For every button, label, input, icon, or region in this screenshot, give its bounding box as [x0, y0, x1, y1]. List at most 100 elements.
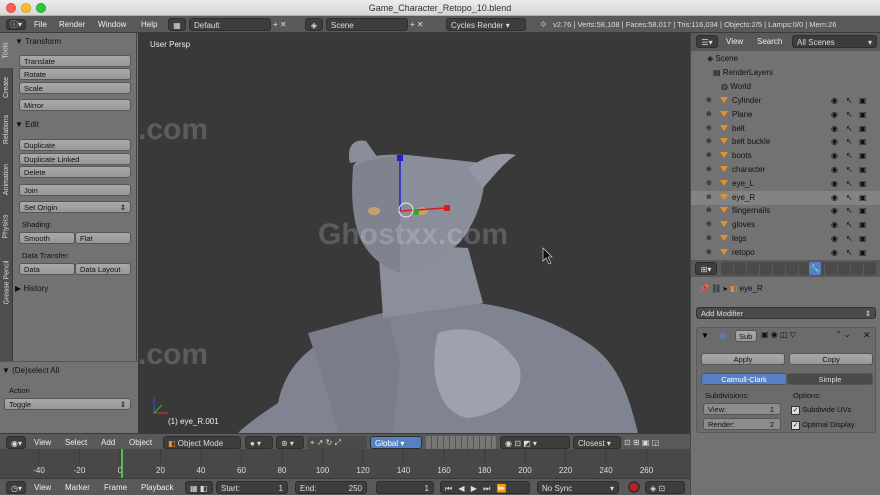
modifier-remove-icon[interactable]: ✕ [863, 330, 871, 341]
expand-plus-icon[interactable]: ⊕ [706, 232, 712, 246]
scene-add-remove[interactable]: + ✕ [410, 18, 432, 31]
apply-button[interactable]: Apply [701, 353, 785, 365]
visibility-eye-icon[interactable]: ◉ [831, 218, 838, 232]
select-cursor-icon[interactable]: ↖ [846, 94, 853, 108]
outliner-display-mode[interactable]: All Scenes ▾ [792, 35, 877, 48]
outliner-object-row[interactable]: ⊕ Cylinder ◉ ↖ ▣ [691, 94, 880, 108]
timeline-menu-playback[interactable]: Playback [141, 481, 173, 494]
tab-tools[interactable]: Tools [0, 33, 13, 68]
snap-target-selector[interactable]: Closest ▾ [573, 436, 621, 449]
transform-panel-header[interactable]: ▼ Transform [15, 36, 135, 48]
operator-panel-header[interactable]: ▼ (De)select All [2, 365, 122, 377]
data-button[interactable]: Data [19, 263, 75, 275]
render-camera-icon[interactable]: ▣ [859, 149, 867, 163]
render-preview-buttons[interactable]: ⊡ ⊞ ▣ ◲ [624, 436, 684, 449]
outliner-renderlayers-row[interactable]: ▤ RenderLayers [691, 66, 880, 80]
menu-help[interactable]: Help [141, 18, 157, 31]
set-origin-dropdown[interactable]: Set Origin ⇕ [19, 201, 131, 213]
record-button[interactable] [628, 481, 640, 493]
layer-buttons[interactable] [426, 436, 496, 449]
menu-file[interactable]: File [34, 18, 47, 31]
tab-grease-pencil[interactable]: Grease Pencil [0, 247, 13, 317]
render-camera-icon[interactable]: ▣ [859, 246, 867, 260]
timeline-menu-view[interactable]: View [34, 481, 51, 494]
select-cursor-icon[interactable]: ↖ [846, 135, 853, 149]
visibility-eye-icon[interactable]: ◉ [831, 163, 838, 177]
mode-selector[interactable]: ◧ Object Mode [163, 436, 241, 449]
visibility-eye-icon[interactable]: ◉ [831, 94, 838, 108]
keying-set-buttons[interactable]: ◈ ⊡ [645, 481, 685, 494]
flat-button[interactable]: Flat [75, 232, 131, 244]
modifier-expand-icon[interactable]: ▼ [701, 331, 709, 340]
sync-selector[interactable]: No Sync ▾ [537, 481, 619, 494]
expand-plus-icon[interactable]: ⊕ [706, 204, 712, 218]
edit-panel-header[interactable]: ▼ Edit [15, 119, 135, 131]
outliner-object-row[interactable]: ⊕ boots ◉ ↖ ▣ [691, 149, 880, 163]
outliner-object-row[interactable]: ⊕ gloves ◉ ↖ ▣ [691, 218, 880, 232]
render-engine-selector[interactable]: Cycles Render ▾ [446, 18, 526, 31]
scene-selector[interactable]: Scene [326, 18, 408, 31]
expand-plus-icon[interactable]: ⊕ [706, 94, 712, 108]
render-camera-icon[interactable]: ▣ [859, 135, 867, 149]
properties-editor-type-button[interactable]: ⊞▾ [695, 262, 717, 275]
tab-animation[interactable]: Animation [0, 153, 13, 205]
duplicate-button[interactable]: Duplicate [19, 139, 131, 151]
visibility-eye-icon[interactable]: ◉ [831, 191, 838, 205]
visibility-eye-icon[interactable]: ◉ [831, 232, 838, 246]
end-frame-field[interactable]: End: 250 [295, 481, 367, 494]
expand-plus-icon[interactable]: ⊕ [706, 177, 712, 191]
select-cursor-icon[interactable]: ↖ [846, 232, 853, 246]
visibility-eye-icon[interactable]: ◉ [831, 149, 838, 163]
duplicate-linked-button[interactable]: Duplicate Linked [19, 153, 131, 165]
expand-plus-icon[interactable]: ⊕ [706, 122, 712, 136]
outliner-object-row[interactable]: ⊕ belt buckle ◉ ↖ ▣ [691, 135, 880, 149]
shading-selector[interactable]: ● ▾ [245, 436, 273, 449]
editor-type-button[interactable]: ◉▾ [6, 436, 26, 449]
scene-icon[interactable]: ◈ [305, 18, 323, 31]
outliner-object-row[interactable]: ⊕ eye_L ◉ ↖ ▣ [691, 177, 880, 191]
outliner-object-row[interactable]: ⊕ belt ◉ ↖ ▣ [691, 122, 880, 136]
timeline-editor-type-button[interactable]: ◷▾ [6, 481, 26, 494]
render-camera-icon[interactable]: ▣ [859, 94, 867, 108]
outliner-editor-type-button[interactable]: ☰▾ [696, 35, 718, 48]
expand-plus-icon[interactable]: ⊕ [706, 108, 712, 122]
properties-context-tabs[interactable] [721, 262, 877, 275]
close-window-button[interactable] [6, 3, 16, 13]
current-frame-field[interactable]: 1 [376, 481, 434, 494]
layout-selector[interactable]: Default [189, 18, 271, 31]
translate-button[interactable]: Translate [19, 55, 131, 67]
timeline-menu-frame[interactable]: Frame [104, 481, 127, 494]
timeline-menu-marker[interactable]: Marker [65, 481, 90, 494]
tab-create[interactable]: Create [0, 69, 13, 105]
view-levels-field[interactable]: View: 1 [703, 403, 781, 415]
select-cursor-icon[interactable]: ↖ [846, 246, 853, 260]
outliner-menu-search[interactable]: Search [757, 35, 782, 48]
simple-tab[interactable]: Simple [787, 373, 873, 385]
add-modifier-dropdown[interactable]: Add Modifier ⇕ [696, 307, 876, 319]
delete-button[interactable]: Delete [19, 166, 131, 178]
menu-render[interactable]: Render [59, 18, 85, 31]
modifier-tab-wrench-icon[interactable]: 🔧 [809, 262, 821, 275]
manipulator-buttons[interactable]: ⌖ ↗ ↻ ⤢ [307, 436, 367, 449]
expand-plus-icon[interactable]: ⊕ [706, 149, 712, 163]
outliner-scene-row[interactable]: ◈ Scene [691, 52, 880, 66]
expand-plus-icon[interactable]: ⊕ [706, 246, 712, 260]
tab-relations[interactable]: Relations [0, 106, 13, 152]
render-camera-icon[interactable]: ▣ [859, 163, 867, 177]
outliner-object-row[interactable]: ⊕ character ◉ ↖ ▣ [691, 163, 880, 177]
menu-select[interactable]: Select [65, 436, 87, 449]
select-cursor-icon[interactable]: ↖ [846, 122, 853, 136]
subdivide-uvs-checkbox[interactable]: ✓ Subdivide UVs [791, 405, 851, 415]
select-cursor-icon[interactable]: ↖ [846, 191, 853, 205]
expand-plus-icon[interactable]: ⊕ [706, 135, 712, 149]
3d-viewport[interactable]: User Persp (1) eye_R.001 Ghostxx.com Gho… [138, 33, 690, 433]
history-panel-header[interactable]: ▶ History [15, 283, 135, 295]
start-frame-field[interactable]: Start: 1 [216, 481, 288, 494]
minimize-window-button[interactable] [21, 3, 31, 13]
timeline-preview-buttons[interactable]: ▦ ◧ [185, 481, 213, 494]
scale-button[interactable]: Scale [19, 82, 131, 94]
render-camera-icon[interactable]: ▣ [859, 218, 867, 232]
copy-button[interactable]: Copy [789, 353, 873, 365]
snap-element-buttons[interactable]: ◉ ⊡ ◩ ▾ [500, 436, 570, 449]
select-cursor-icon[interactable]: ↖ [846, 204, 853, 218]
